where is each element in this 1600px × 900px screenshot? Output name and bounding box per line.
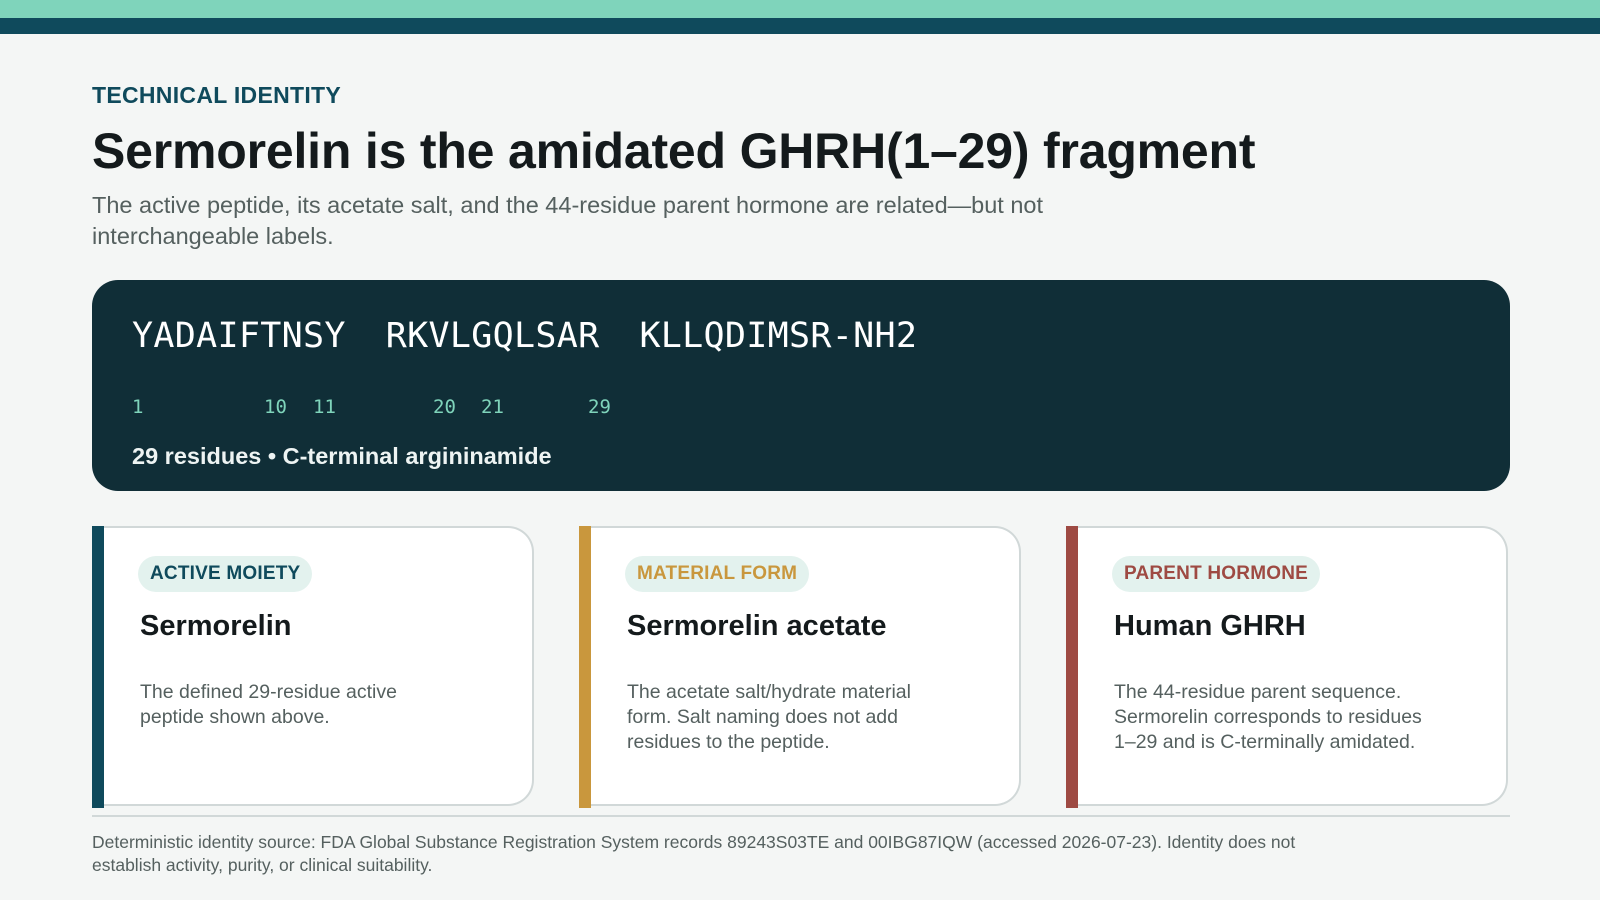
residue-position-11: 11 <box>313 396 336 418</box>
residue-position-10: 10 <box>264 396 287 418</box>
page-title: Sermorelin is the amidated GHRH(1–29) fr… <box>92 123 1256 179</box>
top-accent-band <box>0 0 1600 18</box>
footer-divider <box>92 815 1510 817</box>
residue-position-21: 21 <box>481 396 504 418</box>
card-title: Sermorelin acetate <box>627 610 887 642</box>
card-description: The acetate salt/hydrate material form. … <box>627 681 911 753</box>
card-accent-stripe <box>579 526 591 808</box>
eyebrow-label: TECHNICAL IDENTITY <box>92 82 342 108</box>
page-subtitle: The active peptide, its acetate salt, an… <box>92 192 1044 249</box>
card-title: Human GHRH <box>1114 610 1306 642</box>
card-title: Sermorelin <box>140 610 292 642</box>
card-tag: ACTIVE MOIETY <box>138 556 313 592</box>
card-description: The 44-residue parent sequence. Sermorel… <box>1114 681 1422 753</box>
footer-source-note: Deterministic identity source: FDA Globa… <box>92 832 1296 875</box>
card-parent-hormone: PARENT HORMONE Human GHRH The 44-residue… <box>1066 526 1508 808</box>
sequence-line: YADAIFTNSY RKVLGQLSAR KLLQDIMSR-NH2 <box>132 316 917 356</box>
card-tag: PARENT HORMONE <box>1112 556 1321 592</box>
residue-position-1: 1 <box>132 396 144 418</box>
card-material-form: MATERIAL FORM Sermorelin acetate The ace… <box>579 526 1021 808</box>
card-description: The defined 29-residue active peptide sh… <box>140 681 397 728</box>
residue-position-29: 29 <box>588 396 611 418</box>
card-accent-stripe <box>1066 526 1078 808</box>
residue-position-20: 20 <box>433 396 456 418</box>
card-accent-stripe <box>92 526 104 808</box>
card-tag: MATERIAL FORM <box>625 556 810 592</box>
card-active-moiety: ACTIVE MOIETY Sermorelin The defined 29-… <box>92 526 534 808</box>
sequence-segment-3: KLLQDIMSR-NH2 <box>639 316 918 356</box>
sequence-segment-2: RKVLGQLSAR <box>385 316 600 356</box>
top-dark-band <box>0 18 1600 34</box>
sequence-panel: YADAIFTNSY RKVLGQLSAR KLLQDIMSR-NH2 1 10 1… <box>92 280 1510 491</box>
sequence-segment-1: YADAIFTNSY <box>132 316 346 356</box>
sequence-caption: 29 residues • C-terminal argininamide <box>132 443 552 469</box>
